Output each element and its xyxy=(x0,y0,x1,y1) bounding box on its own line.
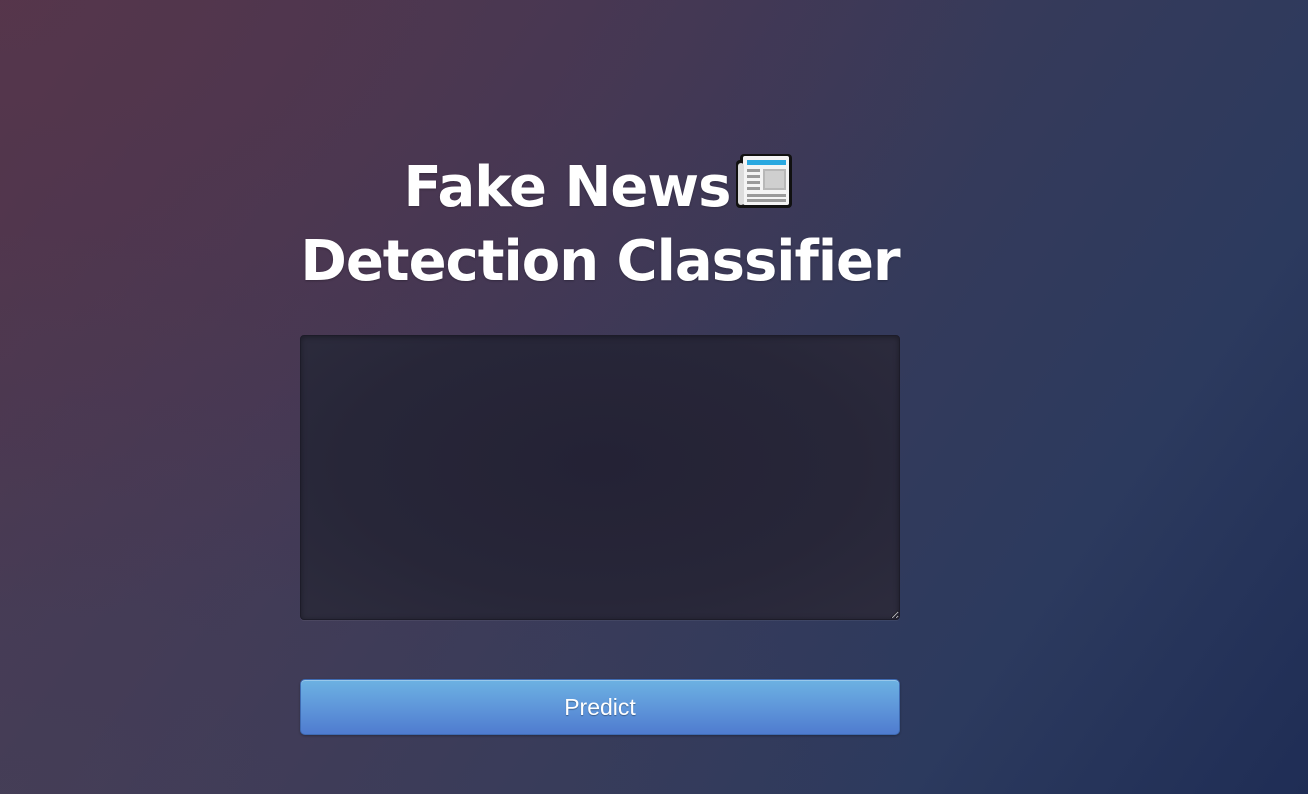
title-text-1: Fake News xyxy=(403,155,732,220)
newspaper-icon xyxy=(734,150,796,212)
page-title: Fake News Detection Classifier xyxy=(300,150,901,299)
title-line-2: Detection Classifier xyxy=(300,229,900,294)
main-container: Fake News Detection Classifier Predict xyxy=(300,150,901,735)
news-text-input[interactable] xyxy=(300,335,900,620)
title-line-1: Fake News xyxy=(300,150,900,225)
predict-button[interactable]: Predict xyxy=(300,679,900,735)
